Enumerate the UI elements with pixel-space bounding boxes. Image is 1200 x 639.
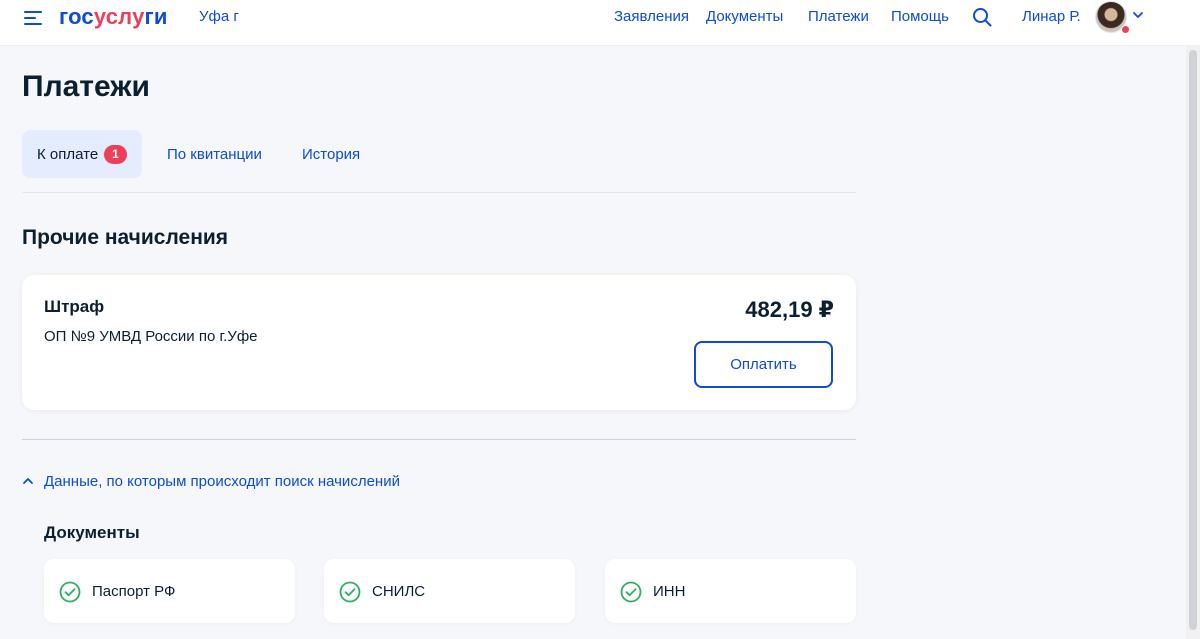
document-label: ИНН	[653, 583, 686, 600]
charge-amount: 482,19 ₽	[745, 297, 834, 322]
nav-documents[interactable]: Документы	[706, 8, 783, 25]
charge-title: Штраф	[44, 297, 105, 316]
search-data-toggle-label: Данные, по которым происходит поиск начи…	[44, 473, 400, 490]
count-badge: 1	[104, 145, 127, 164]
document-label: Паспорт РФ	[92, 583, 176, 600]
city-selector[interactable]: Уфа г	[199, 8, 239, 25]
charge-issuer: ОП №9 УМВД России по г.Уфе	[44, 328, 258, 345]
logo-part-uslu: услу	[93, 4, 145, 29]
page-title: Платежи	[22, 70, 150, 103]
search-icon[interactable]	[972, 7, 992, 27]
tabs-divider	[22, 192, 856, 193]
chevron-down-icon[interactable]	[1132, 10, 1144, 20]
documents-title: Документы	[44, 523, 140, 542]
document-card-inn[interactable]: ИНН	[605, 559, 856, 623]
check-circle-icon	[339, 581, 361, 603]
document-card-passport[interactable]: Паспорт РФ	[44, 559, 295, 623]
scrollbar-thumb[interactable]	[1189, 50, 1197, 630]
charge-card: Штраф ОП №9 УМВД России по г.Уфе 482,19 …	[22, 275, 856, 410]
menu-icon[interactable]	[24, 10, 42, 26]
check-circle-icon	[620, 581, 642, 603]
document-label: СНИЛС	[372, 583, 426, 600]
gosuslugi-logo[interactable]: госуслуги	[59, 3, 168, 31]
check-circle-icon	[59, 581, 81, 603]
section-title: Прочие начисления	[22, 226, 229, 249]
logo-part-gi: ги	[144, 4, 168, 29]
pay-button[interactable]: Оплатить	[694, 341, 833, 388]
notification-dot	[1121, 25, 1130, 34]
tab-to-pay[interactable]: К оплате 1	[22, 130, 142, 178]
chevron-up-icon	[23, 478, 33, 484]
tab-to-pay-label: К оплате	[37, 146, 99, 163]
nav-help[interactable]: Помощь	[891, 8, 949, 25]
logo-part-gos: гос	[59, 4, 94, 29]
section-divider	[22, 439, 856, 440]
tab-by-receipt[interactable]: По квитанции	[167, 146, 262, 163]
document-card-snils[interactable]: СНИЛС	[324, 559, 575, 623]
nav-applications[interactable]: Заявления	[614, 8, 689, 25]
top-header: госуслуги Уфа г Заявления Документы Плат…	[0, 0, 1200, 46]
nav-payments[interactable]: Платежи	[808, 8, 869, 25]
user-name[interactable]: Линар Р.	[1022, 8, 1081, 25]
tab-history[interactable]: История	[302, 146, 360, 163]
